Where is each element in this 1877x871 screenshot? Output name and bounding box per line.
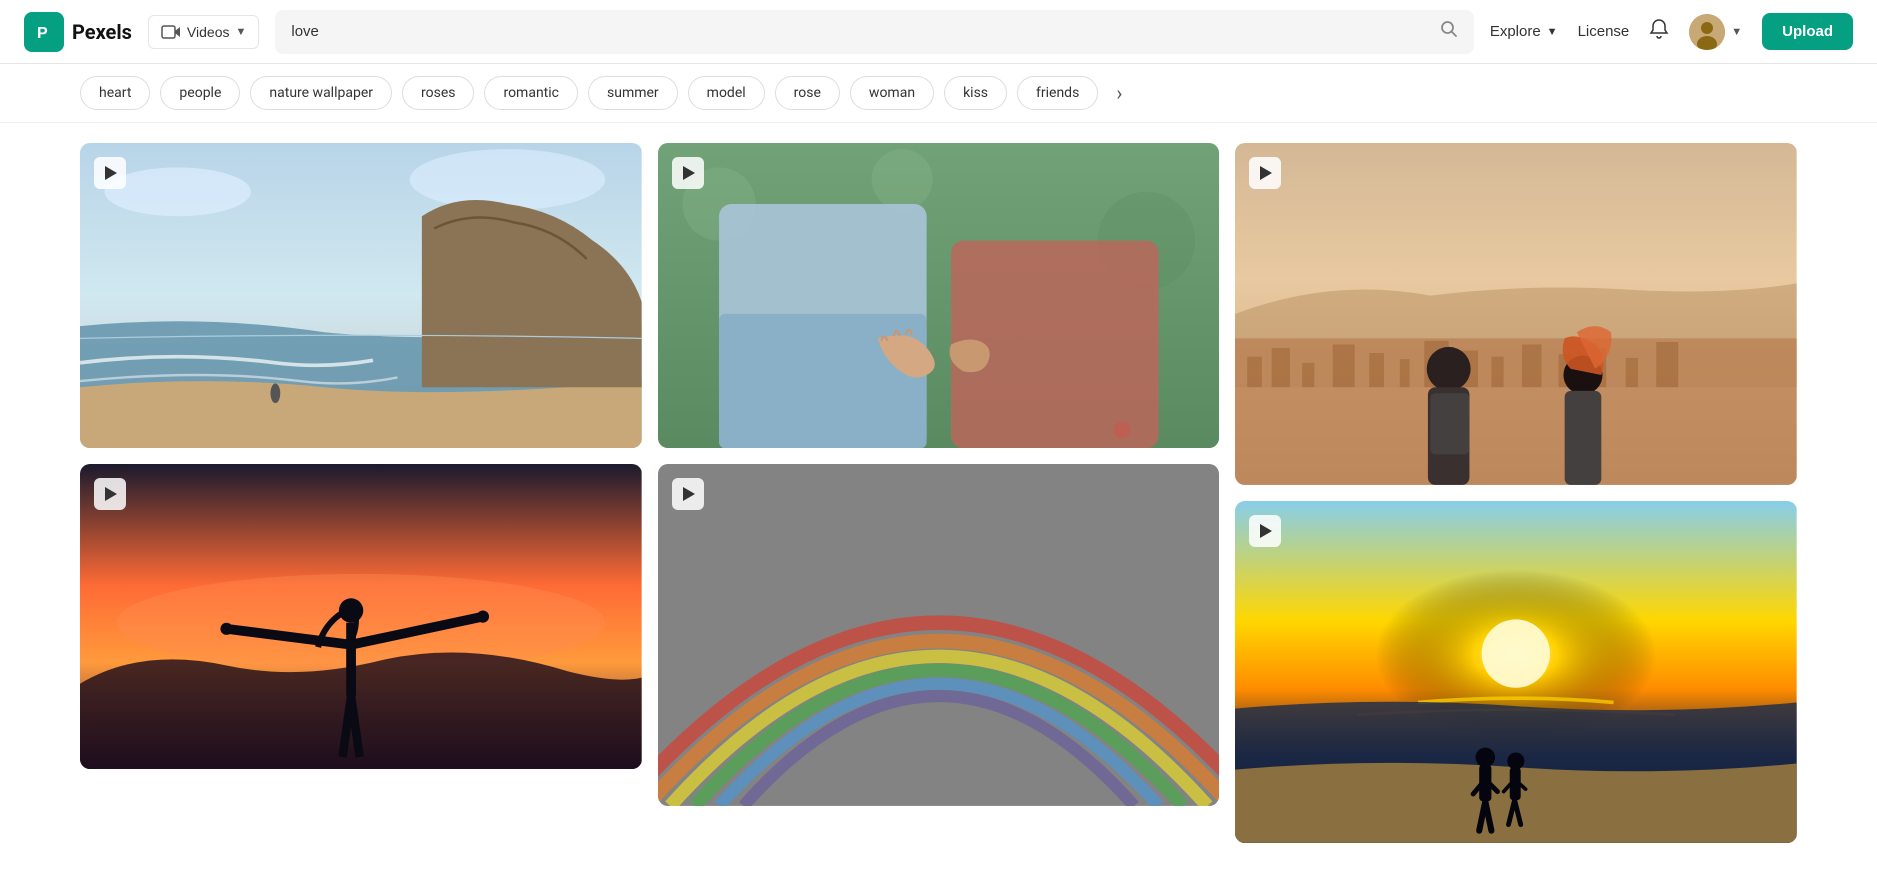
play-icon <box>683 166 695 180</box>
video-thumbnail-hands <box>658 143 1220 448</box>
play-button[interactable] <box>1249 515 1281 547</box>
avatar <box>1689 14 1725 50</box>
tag-roses[interactable]: roses <box>402 76 474 110</box>
notification-bell-icon[interactable] <box>1649 18 1669 45</box>
play-icon <box>1260 166 1272 180</box>
video-card-beach-cliff[interactable] <box>80 143 642 448</box>
search-input[interactable] <box>291 23 1429 40</box>
play-icon <box>683 487 695 501</box>
logo-text: Pexels <box>72 20 132 44</box>
license-button[interactable]: License <box>1578 23 1630 40</box>
tags-row: heart people nature wallpaper roses roma… <box>0 64 1877 123</box>
upload-button[interactable]: Upload <box>1762 13 1853 50</box>
play-button[interactable] <box>672 157 704 189</box>
play-button[interactable] <box>672 478 704 510</box>
logo-area[interactable]: P Pexels <box>24 12 132 52</box>
play-icon <box>105 487 117 501</box>
license-label: License <box>1578 23 1630 40</box>
tag-friends[interactable]: friends <box>1017 76 1098 110</box>
videos-label: Videos <box>187 24 230 40</box>
tag-nature-wallpaper[interactable]: nature wallpaper <box>250 76 392 110</box>
videos-dropdown[interactable]: Videos ▼ <box>148 15 259 49</box>
logo-icon: P <box>24 12 64 52</box>
site-header: P Pexels Videos ▼ Explore ▼ License <box>0 0 1877 64</box>
tag-rose[interactable]: rose <box>775 76 840 110</box>
play-button[interactable] <box>94 478 126 510</box>
video-card-rainbow[interactable] <box>658 464 1220 806</box>
header-right: Explore ▼ License ▼ Upload <box>1490 13 1853 50</box>
tag-model[interactable]: model <box>688 76 765 110</box>
tag-people[interactable]: people <box>160 76 240 110</box>
search-icon[interactable] <box>1440 20 1458 43</box>
video-thumbnail-rainbow <box>658 464 1220 806</box>
tag-woman[interactable]: woman <box>850 76 934 110</box>
user-avatar-area[interactable]: ▼ <box>1689 14 1742 50</box>
video-card-woman-arms[interactable] <box>80 464 642 769</box>
video-grid <box>0 123 1877 863</box>
videos-chevron-icon: ▼ <box>235 26 246 38</box>
play-button[interactable] <box>94 157 126 189</box>
video-thumbnail-beach-sunset <box>1235 501 1797 843</box>
video-icon <box>161 24 181 40</box>
tag-kiss[interactable]: kiss <box>944 76 1007 110</box>
video-thumbnail-beach <box>80 143 642 448</box>
video-card-holding-hands[interactable] <box>658 143 1220 448</box>
tag-summer[interactable]: summer <box>588 76 678 110</box>
svg-text:P: P <box>37 25 48 42</box>
play-icon <box>105 166 117 180</box>
video-thumbnail-woman <box>80 464 642 769</box>
user-chevron-icon: ▼ <box>1731 25 1742 38</box>
explore-button[interactable]: Explore ▼ <box>1490 23 1558 40</box>
search-bar <box>275 10 1473 54</box>
explore-label: Explore <box>1490 23 1541 40</box>
video-card-beach-sunset[interactable] <box>1235 501 1797 843</box>
video-card-city-view[interactable] <box>1235 143 1797 485</box>
tags-more-icon[interactable]: › <box>1108 77 1130 109</box>
tag-romantic[interactable]: romantic <box>484 76 578 110</box>
explore-chevron-icon: ▼ <box>1547 26 1558 38</box>
upload-label: Upload <box>1782 23 1833 40</box>
play-icon <box>1260 524 1272 538</box>
play-button[interactable] <box>1249 157 1281 189</box>
video-thumbnail-city <box>1235 143 1797 485</box>
tag-heart[interactable]: heart <box>80 76 150 110</box>
